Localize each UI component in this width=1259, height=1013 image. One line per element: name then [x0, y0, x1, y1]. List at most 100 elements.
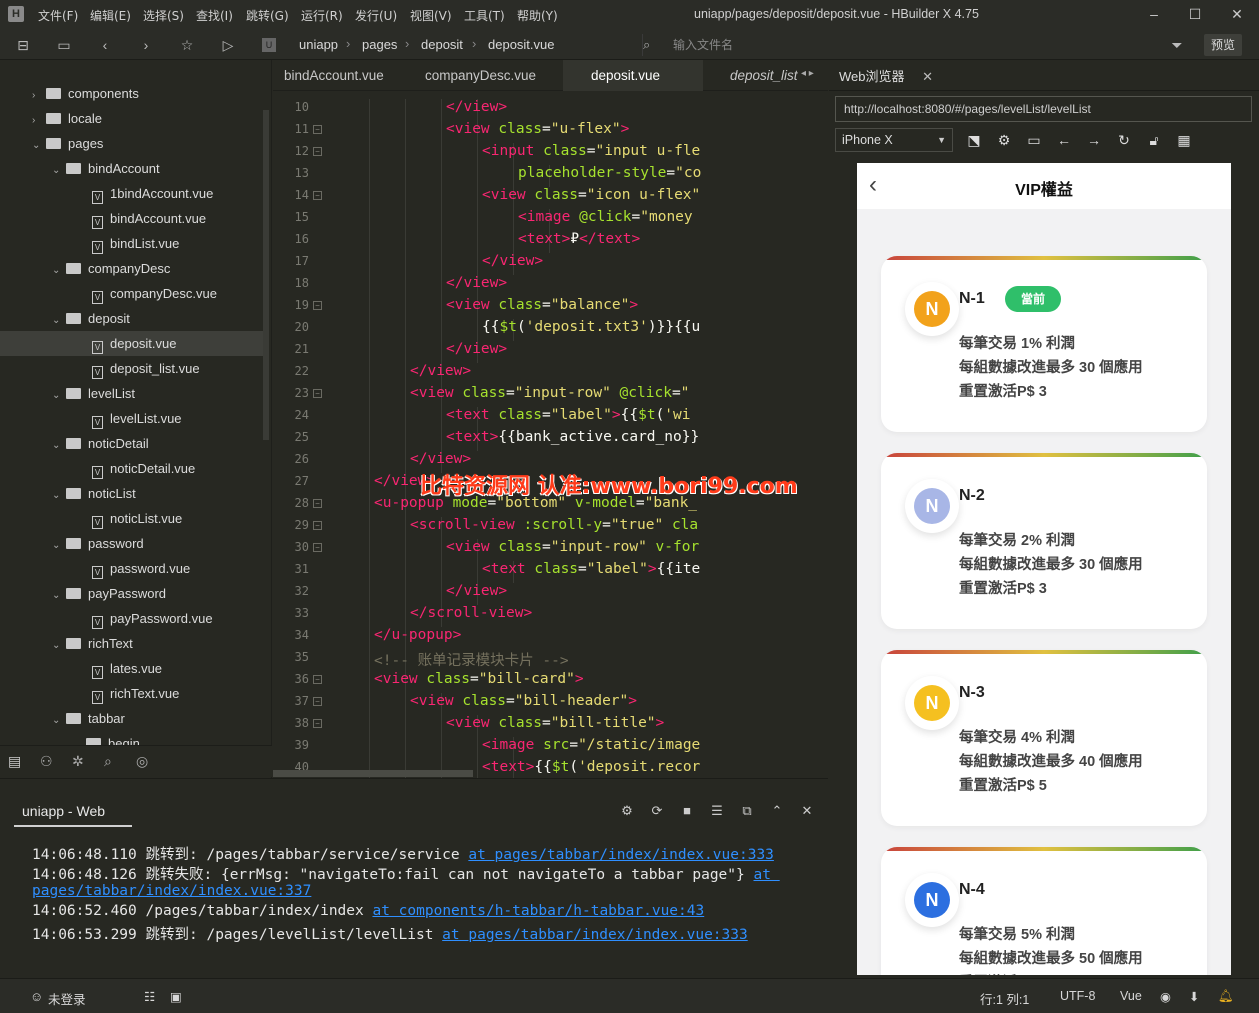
chevron-down-icon[interactable]: ⌄ — [52, 533, 66, 558]
chevron-down-icon[interactable]: ⌄ — [52, 258, 66, 283]
filter-icon[interactable]: ⏷ — [1168, 36, 1186, 54]
file-search-input[interactable]: ⌕ 输入文件名 — [642, 34, 1182, 56]
tree-folder[interactable]: ⌄ begin — [0, 731, 264, 745]
tree-file[interactable]: Vdeposit.vue — [0, 331, 264, 356]
tree-folder[interactable]: ⌄ companyDesc — [0, 256, 264, 281]
fold-toggle-icon[interactable]: − — [313, 543, 322, 552]
tree-folder[interactable]: › components — [0, 81, 264, 106]
tab-scroll-arrows-icon[interactable]: ◂ ▸ — [801, 68, 814, 79]
console-icon[interactable]: ▭ — [1025, 131, 1043, 149]
tab-deposit[interactable]: deposit.vue — [563, 60, 703, 91]
cursor-position[interactable]: 行:1 列:1 — [980, 989, 1029, 1008]
chevron-down-icon[interactable]: ⌄ — [52, 383, 66, 408]
menu-item[interactable]: 查找(I) — [196, 7, 233, 24]
rotate-icon[interactable]: ⬔ — [965, 131, 983, 149]
reload-icon[interactable]: ↻ — [1115, 131, 1133, 149]
tree-file[interactable]: Vpassword.vue — [0, 556, 264, 581]
preview-button[interactable]: 预览 — [1204, 34, 1242, 56]
vip-level-card[interactable]: N N-1 當前 每筆交易 1% 利潤 每組數據改進最多 30 個應用 重置激活P$ 3 — [881, 256, 1207, 432]
fold-toggle-icon[interactable]: − — [313, 521, 322, 530]
menu-item[interactable]: 文件(F) — [38, 7, 78, 24]
clear-console-icon[interactable]: ☰ — [708, 803, 726, 821]
browser-tab-close-icon[interactable]: ✕ — [922, 69, 933, 84]
chevron-down-icon[interactable]: ⌄ — [52, 583, 66, 608]
stop-icon[interactable]: ■ — [678, 803, 696, 821]
tree-folder[interactable]: ⌄ noticDetail — [0, 431, 264, 456]
console-source-link[interactable]: at pages/tabbar/index/index.vue:333 — [442, 927, 748, 943]
fold-toggle-icon[interactable]: − — [313, 697, 322, 706]
terminal-icon[interactable]: ▣ — [170, 989, 182, 1004]
tab-deposit-list[interactable]: deposit_list — [719, 60, 799, 91]
bell-icon[interactable]: 🔔︎ — [1218, 989, 1234, 1004]
bug-icon[interactable]: ✲ — [72, 753, 84, 770]
new-file-icon[interactable]: ⊟ — [14, 36, 32, 54]
language-mode[interactable]: Vue — [1120, 989, 1142, 1003]
fold-toggle-icon[interactable]: − — [313, 301, 322, 310]
url-input[interactable]: http://localhost:8080/#/pages/levelList/… — [835, 96, 1252, 122]
fold-toggle-icon[interactable]: − — [313, 147, 322, 156]
close-icon[interactable]: ✕ — [1226, 4, 1248, 24]
maximize-icon[interactable]: ☐ — [1184, 4, 1206, 24]
fold-toggle-icon[interactable]: − — [313, 125, 322, 134]
tree-folder[interactable]: ⌄ richText — [0, 631, 264, 656]
tree-file[interactable]: VcompanyDesc.vue — [0, 281, 264, 306]
vip-level-card[interactable]: N N-3 每筆交易 4% 利潤 每組數據改進最多 40 個應用 重置激活P$ 5 — [881, 650, 1207, 826]
fold-toggle-icon[interactable]: − — [313, 719, 322, 728]
tab-bindaccount[interactable]: bindAccount.vue — [273, 60, 395, 91]
open-external-icon[interactable]: ⧉ — [738, 803, 756, 821]
breadcrumb-item[interactable]: uniapp — [299, 37, 338, 52]
chevron-down-icon[interactable]: ⌄ — [52, 433, 66, 458]
chevron-down-icon[interactable]: ⌄ — [52, 308, 66, 333]
nav-forward-icon[interactable]: → — [1085, 131, 1103, 149]
code-editor[interactable]: 10 </view> 11− <view class="u-flex"> 12− <inp… — [273, 91, 828, 778]
save-icon[interactable]: ▭ — [55, 36, 73, 54]
chevron-right-icon[interactable]: › — [32, 83, 46, 108]
menu-item[interactable]: 运行(R) — [301, 7, 343, 24]
minimize-icon[interactable]: – — [1143, 4, 1165, 24]
globe-icon[interactable]: ◎ — [136, 753, 148, 770]
chevron-down-icon[interactable]: ⌄ — [32, 133, 46, 158]
menu-item[interactable]: 工具(T) — [464, 7, 505, 24]
lock-icon[interactable]: 🔓︎ — [1145, 131, 1163, 149]
tree-folder[interactable]: ⌄ deposit — [0, 306, 264, 331]
list-icon[interactable]: ☷ — [144, 989, 155, 1004]
tree-folder[interactable]: ⌄ noticList — [0, 481, 264, 506]
tree-folder[interactable]: ⌄ password — [0, 531, 264, 556]
tree-file[interactable]: VrichText.vue — [0, 681, 264, 706]
tab-companydesc[interactable]: companyDesc.vue — [414, 60, 547, 91]
vip-level-card[interactable]: N N-4 每筆交易 5% 利潤每組數據改進最多 50 個應用重置激活P$ 6 — [881, 847, 1207, 975]
debug-icon[interactable]: ⚙ — [618, 803, 636, 821]
explorer-icon[interactable]: ▤ — [8, 753, 21, 770]
console-source-link[interactable]: at — [753, 867, 779, 883]
tree-file[interactable]: VpayPassword.vue — [0, 606, 264, 631]
run-icon[interactable]: ▷ — [219, 36, 237, 54]
chevron-down-icon[interactable]: ⌄ — [52, 158, 66, 183]
chat-icon[interactable]: ◉ — [1160, 989, 1171, 1004]
menu-item[interactable]: 帮助(Y) — [517, 7, 558, 24]
console-tab[interactable]: uniapp - Web — [22, 803, 105, 819]
collapse-up-icon[interactable]: ⌃ — [768, 803, 786, 821]
menu-item[interactable]: 发行(U) — [355, 7, 397, 24]
tree-folder[interactable]: ⌄ levelList — [0, 381, 264, 406]
menu-item[interactable]: 选择(S) — [143, 7, 184, 24]
fold-toggle-icon[interactable]: − — [313, 499, 322, 508]
menu-item[interactable]: 编辑(E) — [90, 7, 131, 24]
tree-folder[interactable]: ⌄ tabbar — [0, 706, 264, 731]
chevron-down-icon[interactable]: ⌄ — [52, 708, 66, 733]
download-icon[interactable]: ⬇ — [1189, 989, 1199, 1004]
chevron-down-icon[interactable]: ⌄ — [52, 633, 66, 658]
tree-file[interactable]: V 1bindAccount.vue — [0, 181, 264, 206]
close-panel-icon[interactable]: ✕ — [798, 803, 816, 821]
chevron-right-icon[interactable]: › — [32, 108, 46, 133]
fold-toggle-icon[interactable]: − — [313, 191, 322, 200]
login-status[interactable]: 未登录 — [48, 989, 86, 1008]
sidebar-scrollbar[interactable] — [263, 110, 269, 440]
menu-item[interactable]: 跳转(G) — [246, 7, 289, 24]
tree-file[interactable]: Vlates.vue — [0, 656, 264, 681]
console-source-link[interactable]: at pages/tabbar/index/index.vue:333 — [468, 847, 774, 863]
settings-icon[interactable]: ⚙ — [995, 131, 1013, 149]
vip-level-card[interactable]: N N-2 每筆交易 2% 利潤 每組數據改進最多 30 個應用 重置激活P$ 3 — [881, 453, 1207, 629]
qrcode-icon[interactable]: ▦ — [1175, 131, 1193, 149]
tree-file[interactable]: VbindList.vue — [0, 231, 264, 256]
tree-file[interactable]: VbindAccount.vue — [0, 206, 264, 231]
